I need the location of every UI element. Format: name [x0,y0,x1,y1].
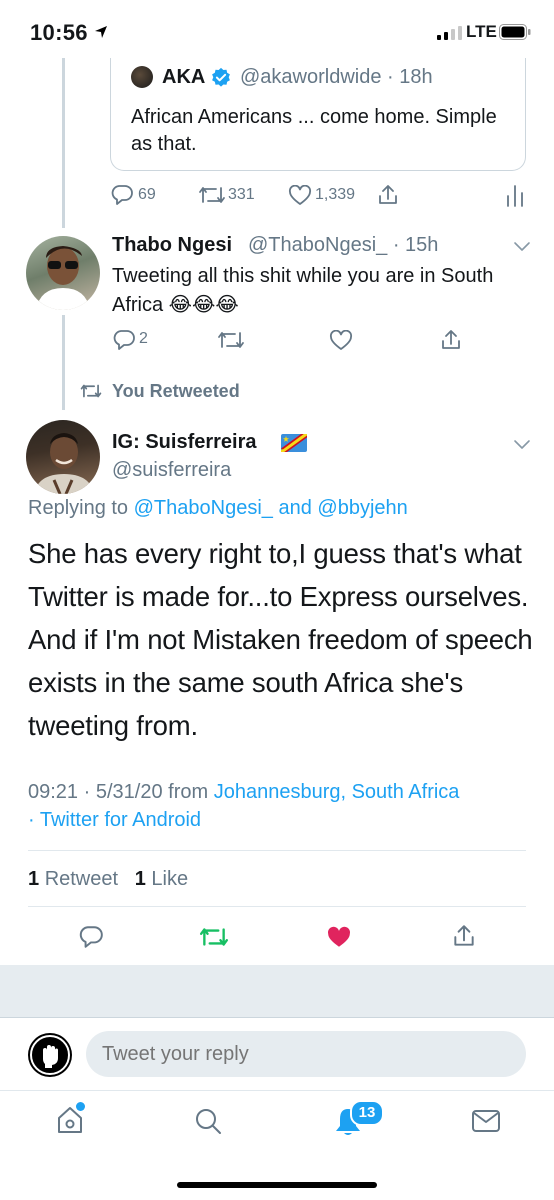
avatar[interactable] [26,420,100,494]
network-label: LTE [466,22,497,41]
quoted-tweet-text: African Americans ... come home. Simple … [131,106,497,155]
retweet-icon [80,383,102,399]
tweet-stats: 1 Retweet 1 Like [28,868,188,891]
avatar[interactable] [28,1033,72,1077]
share-icon[interactable] [451,923,477,949]
reply-icon[interactable] [110,184,134,206]
status-time: 10:56 [30,20,88,45]
retweeted-label: You Retweeted [112,381,240,401]
quoted-author-name: AKA [162,66,206,88]
author-handle: @ThaboNgesi_ · 15h [248,234,439,256]
home-indicator[interactable] [177,1182,377,1188]
author-name: IG: Suisferreira [112,431,257,453]
reply-icon[interactable] [78,925,104,949]
avatar [131,66,153,88]
like-icon[interactable] [329,330,353,351]
divider [28,850,526,851]
reply-icon[interactable] [112,329,136,351]
retweet-icon[interactable] [217,330,245,350]
battery-icon [499,24,531,40]
retweet-count: 331 [228,186,255,203]
thread-line [62,315,65,410]
reply-input[interactable] [86,1031,526,1077]
avatar[interactable] [26,236,100,310]
divider [0,1017,554,1018]
share-icon[interactable] [376,183,400,207]
replying-to: Replying to @ThaboNgesi_ and @bbyjehn [28,497,408,519]
tweet-text: She has every right to,I guess that's wh… [28,538,533,741]
like-icon[interactable] [326,926,352,949]
quoted-author-handle: @akaworldwide · 18h [240,66,433,88]
new-content-dot [76,1102,85,1111]
thread-line [62,58,65,228]
author-name: Thabo Ngesi [112,234,233,256]
reply-count: 69 [138,186,156,203]
signal-icon [437,26,463,40]
share-icon[interactable] [439,328,463,352]
tweet-text: Tweeting all this shit while you are in … [112,265,494,316]
reply-count: 2 [139,330,148,347]
tweet-meta: 09:21 · 5/31/20 from Johannesburg, South… [28,781,460,831]
verified-icon [210,67,232,89]
messages-icon[interactable] [471,1108,501,1134]
chevron-down-icon[interactable] [513,438,531,450]
retweet-icon[interactable] [198,185,226,205]
mention-link[interactable]: @bbyjehn [317,497,407,519]
chevron-down-icon[interactable] [513,240,531,252]
mention-link[interactable]: @ThaboNgesi_ [134,497,273,519]
divider [28,906,526,907]
search-icon[interactable] [194,1107,222,1135]
flag-icon [281,434,307,452]
retweet-stat[interactable]: 1 Retweet [28,868,118,890]
section-separator [0,965,554,1017]
notifications-badge: 13 [350,1100,384,1126]
like-stat[interactable]: 1 Like [135,868,188,890]
client-link[interactable]: Twitter for Android [40,809,201,831]
tab-bar-divider [0,1090,554,1091]
location-arrow-icon [94,25,108,39]
retweet-icon[interactable] [199,926,229,948]
like-count: 1,339 [315,186,356,203]
analytics-icon[interactable] [505,184,525,208]
like-icon[interactable] [288,185,312,206]
location-link[interactable]: Johannesburg, South Africa [214,781,460,803]
author-handle: @suisferreira [112,459,232,481]
